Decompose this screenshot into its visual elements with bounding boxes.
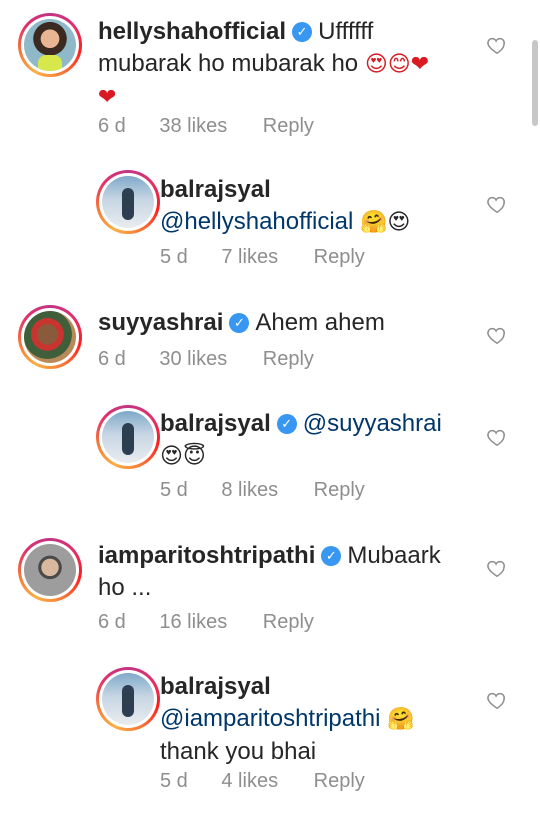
mention-link[interactable]: @suyyashrai [303,410,442,437]
username[interactable]: balrajsyal [160,410,271,437]
comment-body: iamparitoshtripathi ✓ Mubaark ho ... [98,540,478,604]
username[interactable]: iamparitoshtripathi [98,542,315,569]
comment-text: Uffffff [318,18,374,45]
likes-count[interactable]: 4 likes [221,769,278,793]
reply-button[interactable]: Reply [263,347,314,371]
emoji: 🤗😍 [360,210,411,235]
avatar[interactable] [96,405,160,469]
avatar[interactable] [18,305,82,369]
likes-count[interactable]: 8 likes [221,478,278,502]
heart-outline-icon[interactable] [486,426,508,448]
comment-body: balrajsyal ✓ @suyyashrai 😍😇 [160,408,480,473]
avatar[interactable] [96,170,160,234]
comment-body: balrajsyal @iamparitoshtripathi 🤗 thank … [160,671,480,768]
avatar[interactable] [96,667,160,731]
verified-badge-icon: ✓ [229,313,250,333]
emoji: 😍😇 [160,444,206,469]
username[interactable]: balrajsyal [160,176,271,203]
comment-meta: 5 d 4 likes Reply [160,769,365,793]
comment-meta: 6 d 16 likes Reply [98,610,314,634]
reply-button[interactable]: Reply [314,769,365,793]
comment-text: Mubaark [347,542,441,569]
heart-outline-icon[interactable] [486,557,508,579]
comment-age: 5 d [160,770,188,792]
emoji: 😍😊❤ [364,52,430,77]
reply-button[interactable]: Reply [314,245,365,269]
heart-outline-icon[interactable] [486,193,508,215]
likes-count[interactable]: 7 likes [221,245,278,269]
likes-count[interactable]: 30 likes [159,347,227,371]
verified-badge-icon: ✓ [292,22,313,42]
username[interactable]: hellyshahofficial [98,18,286,45]
comment-text: mubarak ho mubarak ho [98,50,359,77]
comment-text: ho ... [98,574,152,601]
comment-body: hellyshahofficial ✓ Uffffff mubarak ho mub… [98,16,478,114]
heart-outline-icon[interactable] [486,34,508,56]
verified-badge-icon: ✓ [321,546,342,566]
reply-button[interactable]: Reply [263,610,314,634]
comment-meta: 5 d 8 likes Reply [160,478,365,502]
comment-body: balrajsyal @hellyshahofficial 🤗😍 [160,174,480,239]
avatar[interactable] [18,13,82,77]
avatar[interactable] [18,538,82,602]
mention-link[interactable]: @iamparitoshtripathi [160,705,380,732]
comment-age: 6 d [98,348,126,370]
likes-count[interactable]: 16 likes [159,610,227,634]
username[interactable]: suyyashrai [98,309,223,336]
mention-link[interactable]: @hellyshahofficial [160,208,353,235]
heart-outline-icon[interactable] [486,324,508,346]
comment-meta: 6 d 30 likes Reply [98,347,314,371]
comment-body: suyyashrai ✓ Ahem ahem [98,307,478,339]
comment-age: 5 d [160,246,188,268]
emoji: ❤ [98,85,117,110]
scrollbar[interactable] [532,40,538,126]
reply-button[interactable]: Reply [314,478,365,502]
likes-count[interactable]: 38 likes [159,114,227,138]
username[interactable]: balrajsyal [160,673,271,700]
heart-outline-icon[interactable] [486,689,508,711]
comment-age: 6 d [98,115,126,137]
verified-badge-icon: ✓ [276,414,297,434]
comment-age: 6 d [98,611,126,633]
comment-text: thank you bhai [160,738,317,765]
comment-meta: 6 d 38 likes Reply [98,114,314,138]
comment-text: Ahem ahem [255,309,385,336]
comment-age: 5 d [160,479,188,501]
emoji: 🤗 [387,707,415,732]
comment-meta: 5 d 7 likes Reply [160,245,365,269]
reply-button[interactable]: Reply [263,114,314,138]
